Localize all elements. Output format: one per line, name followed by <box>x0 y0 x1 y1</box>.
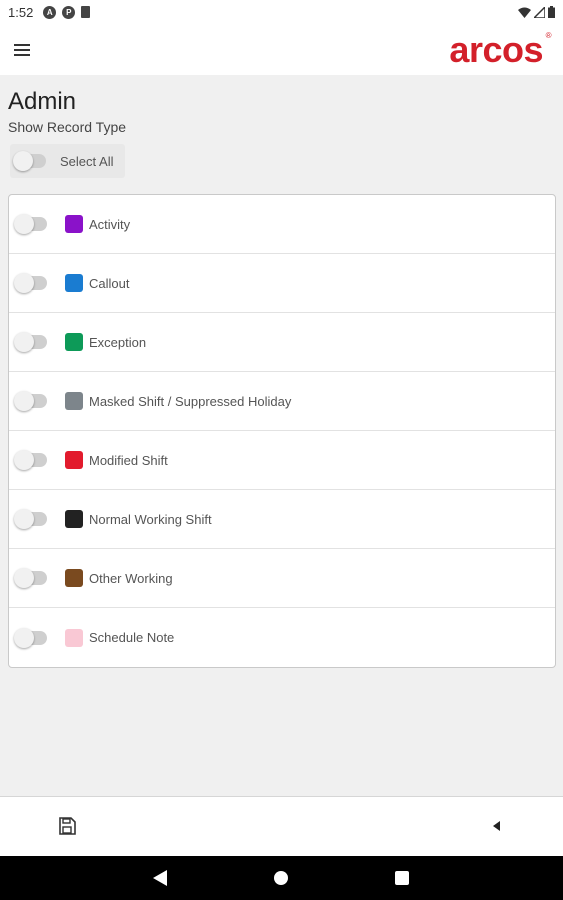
status-bar: 1:52 A P <box>0 0 563 24</box>
logo-registered-mark: ® <box>545 30 552 40</box>
select-all-row[interactable]: Select All <box>10 144 126 178</box>
color-swatch <box>65 628 83 647</box>
record-label: Schedule Note <box>89 630 175 645</box>
bottom-action-bar <box>0 796 563 856</box>
app-bar: arcos ® <box>0 24 563 75</box>
record-row-masked-shift[interactable]: Masked Shift / Suppressed Holiday <box>9 372 555 431</box>
record-toggle[interactable] <box>14 273 47 293</box>
record-row-modified-shift[interactable]: Modified Shift <box>9 431 555 490</box>
notification-p-icon: P <box>62 5 76 19</box>
save-icon[interactable] <box>58 817 76 835</box>
select-all-toggle[interactable] <box>13 151 46 171</box>
record-label: Exception <box>89 334 147 350</box>
record-label: Masked Shift / Suppressed Holiday <box>89 393 292 409</box>
record-toggle[interactable] <box>14 568 47 588</box>
status-right <box>518 6 555 18</box>
record-toggle[interactable] <box>14 627 47 648</box>
sd-card-icon <box>81 6 91 18</box>
record-toggle[interactable] <box>14 214 47 234</box>
record-label: Modified Shift <box>89 452 168 468</box>
notification-a-icon: A <box>43 5 57 19</box>
signal-icon <box>534 6 545 18</box>
record-label: Normal Working Shift <box>89 511 212 527</box>
record-row-schedule-note[interactable]: Schedule Note <box>9 608 555 667</box>
record-toggle[interactable] <box>14 450 47 470</box>
hamburger-menu-icon[interactable] <box>14 43 30 56</box>
record-row-activity[interactable]: Activity <box>9 195 555 254</box>
system-navigation-bar <box>0 856 563 900</box>
nav-home-icon[interactable] <box>274 871 288 885</box>
color-swatch <box>65 569 83 587</box>
record-toggle[interactable] <box>14 509 47 529</box>
status-time: 1:52 <box>8 4 34 20</box>
record-toggle[interactable] <box>14 332 47 352</box>
logo-text: arcos <box>449 28 543 70</box>
status-left: 1:52 A P <box>8 4 91 20</box>
wifi-icon <box>518 7 531 18</box>
color-swatch <box>65 510 83 528</box>
record-row-exception[interactable]: Exception <box>9 313 555 372</box>
arcos-logo: arcos ® <box>449 28 552 70</box>
record-label: Activity <box>89 216 131 232</box>
record-toggle[interactable] <box>14 391 47 411</box>
battery-icon <box>548 6 555 18</box>
record-label: Other Working <box>89 570 173 586</box>
record-type-list: Activity Callout Exception Masked Shift … <box>8 194 556 668</box>
color-swatch <box>65 274 83 292</box>
record-row-other-working[interactable]: Other Working <box>9 549 555 608</box>
color-swatch <box>65 215 83 233</box>
record-label: Callout <box>89 275 130 291</box>
back-arrow-icon[interactable] <box>490 819 504 833</box>
color-swatch <box>65 451 83 469</box>
record-row-callout[interactable]: Callout <box>9 254 555 313</box>
color-swatch <box>65 333 83 351</box>
select-all-label: Select All <box>60 153 114 169</box>
record-row-normal-working-shift[interactable]: Normal Working Shift <box>9 490 555 549</box>
nav-recent-apps-icon[interactable] <box>395 871 409 885</box>
nav-back-icon[interactable] <box>153 870 167 886</box>
page-title: Admin <box>8 88 77 115</box>
color-swatch <box>65 392 83 410</box>
page-subtitle: Show Record Type <box>8 119 127 135</box>
